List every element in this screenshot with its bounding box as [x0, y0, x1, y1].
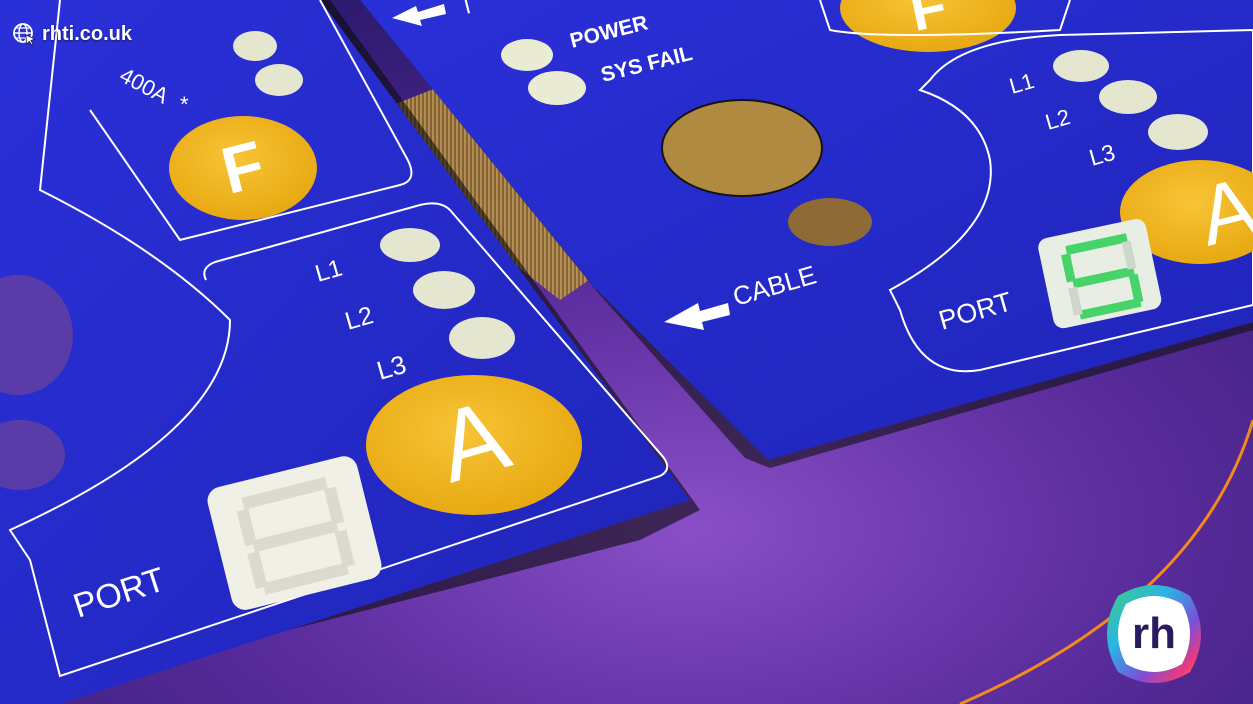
globe-cursor-icon [13, 23, 36, 46]
led-l1-right [1053, 50, 1109, 82]
logo-text: rh [1132, 609, 1176, 658]
power-led [501, 39, 553, 71]
led-l3-left [449, 317, 515, 359]
led-top-2 [255, 64, 303, 96]
led-l2-right [1099, 80, 1157, 114]
product-photo: 400A * F L1 L2 L3 A PORT I POWER SYS FAI… [0, 0, 1253, 704]
rh-logo: rh [1107, 585, 1201, 683]
brand-url-text: rhti.co.uk [42, 22, 133, 45]
led-l3-right [1148, 114, 1208, 150]
led-l2-left [413, 271, 475, 309]
led-top-1 [233, 31, 277, 61]
membrane-keypad-photo: 400A * F L1 L2 L3 A PORT I POWER SYS FAI… [0, 0, 1253, 704]
brand-url[interactable]: rhti.co.uk [12, 20, 132, 48]
sys-fail-led [528, 71, 586, 105]
led-l1-left [380, 228, 440, 262]
asterisk-label: * [180, 92, 189, 117]
